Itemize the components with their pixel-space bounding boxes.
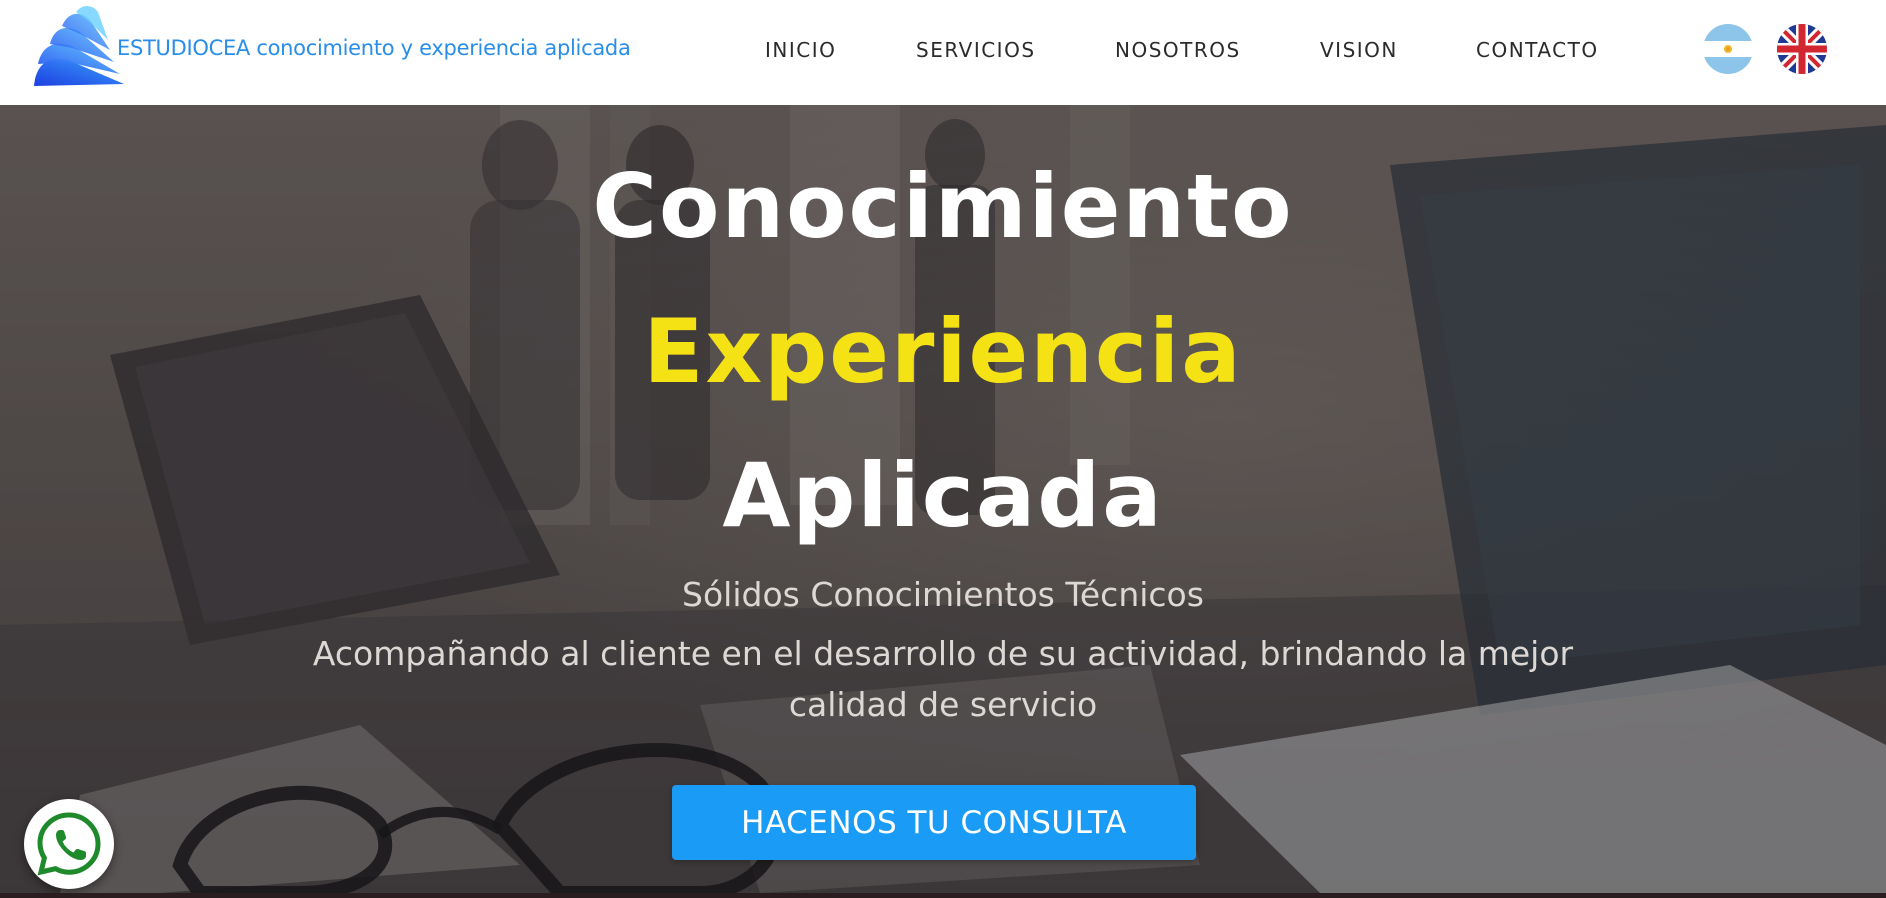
hero-title-line-3: Aplicada bbox=[722, 444, 1164, 547]
nav-item-servicios[interactable]: SERVICIOS bbox=[916, 38, 1036, 62]
brand-home-link[interactable]: ESTUDIOCEA conocimiento y experiencia ap… bbox=[28, 4, 631, 88]
site-header: ESTUDIOCEA conocimiento y experiencia ap… bbox=[0, 0, 1886, 105]
whatsapp-icon bbox=[37, 812, 101, 876]
nav-item-inicio[interactable]: INICIO bbox=[765, 38, 836, 62]
whatsapp-button[interactable] bbox=[24, 799, 114, 889]
hero-title-line-2: Experiencia bbox=[643, 300, 1243, 403]
brand-name: ESTUDIOCEA conocimiento y experiencia ap… bbox=[117, 36, 631, 60]
uk-flag-icon[interactable] bbox=[1777, 24, 1827, 74]
hero-subtitle: Sólidos Conocimientos Técnicos bbox=[682, 575, 1204, 614]
wing-logo-icon bbox=[28, 4, 124, 88]
argentina-flag-icon[interactable] bbox=[1703, 24, 1753, 74]
nav-item-nosotros[interactable]: NOSOTROS bbox=[1115, 38, 1241, 62]
page-bottom-edge bbox=[0, 893, 1886, 898]
hero-title-line-1: Conocimiento bbox=[592, 155, 1294, 258]
nav-item-vision[interactable]: VISION bbox=[1320, 38, 1398, 62]
nav-item-contacto[interactable]: CONTACTO bbox=[1476, 38, 1599, 62]
consult-cta-button[interactable]: HACENOS TU CONSULTA bbox=[672, 785, 1196, 860]
hero-section: Conocimiento Experiencia Aplicada Sólido… bbox=[0, 105, 1886, 893]
hero-description: Acompañando al cliente en el desarrollo … bbox=[312, 634, 1574, 724]
